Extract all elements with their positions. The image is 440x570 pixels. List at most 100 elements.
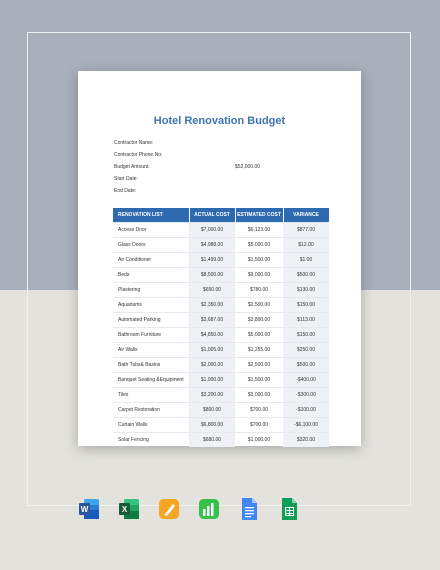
cell-actual-cost: $4,988.00: [189, 237, 235, 253]
table-row: Curtain Walls $6,800.00 $700.00 -$6,100.00: [113, 417, 329, 433]
cell-estimated-cost: $3,800.00: [235, 312, 283, 328]
info-value: $52,000.00: [235, 164, 261, 170]
cell-item: Air Conditioner: [113, 252, 189, 268]
cell-variance: $1.00: [283, 252, 329, 268]
table-row: Aquariums $2,350.00 $2,500.00 $150.00: [113, 297, 329, 313]
cell-actual-cost: $8,500.00: [189, 267, 235, 283]
cell-item: Plastering: [113, 282, 189, 298]
cell-item: Access Door: [113, 222, 189, 238]
table-row: Access Door $7,000.00 $6,123.00 $877.00: [113, 222, 329, 238]
cell-estimated-cost: $3,000.00: [235, 387, 283, 403]
svg-text:W: W: [81, 505, 89, 514]
cell-actual-cost: $800.00: [189, 402, 235, 418]
table-row: Carpet Restoration $800.00 $700.00 -$100.00: [113, 402, 329, 418]
cell-item: Bath Tubs& Basins: [113, 357, 189, 373]
info-row: End Date:: [114, 185, 334, 197]
table-row: Air Conditioner $1,499.00 $1,500.00 $1.00: [113, 252, 329, 268]
cell-item: Banquet Seating &Equipment: [113, 372, 189, 388]
cell-estimated-cost: $2,500.00: [235, 297, 283, 313]
cell-variance: $500.00: [283, 357, 329, 373]
cell-actual-cost: $3,687.00: [189, 312, 235, 328]
info-row: Contractor Phone No:: [114, 149, 334, 161]
google-docs-icon[interactable]: [238, 497, 258, 521]
cell-actual-cost: $680.00: [189, 432, 235, 447]
cell-estimated-cost: $780.00: [235, 282, 283, 298]
cell-estimated-cost: $5,000.00: [235, 237, 283, 253]
cell-variance: -$400.00: [283, 372, 329, 388]
app-icons-row: W X: [78, 497, 298, 523]
header-estimated-cost: ESTIMATED COST: [235, 208, 284, 223]
table-row: Glass Doors $4,988.00 $5,000.00 $12.00: [113, 237, 329, 253]
cell-variance: $320.00: [283, 432, 329, 447]
cell-variance: $113.00: [283, 312, 329, 328]
cell-actual-cost: $3,200.00: [189, 387, 235, 403]
svg-text:X: X: [122, 505, 128, 514]
info-label: Contractor Phone No:: [114, 152, 163, 158]
cell-actual-cost: $6,800.00: [189, 417, 235, 433]
cell-estimated-cost: $1,000.00: [235, 432, 283, 447]
cell-actual-cost: $650.00: [189, 282, 235, 298]
cell-item: Air Walls: [113, 342, 189, 358]
cell-item: Carpet Restoration: [113, 402, 189, 418]
cell-item: Aquariums: [113, 297, 189, 313]
info-label: Budget Amount:: [114, 164, 150, 170]
cell-actual-cost: $2,000.00: [189, 357, 235, 373]
cell-variance: -$300.00: [283, 387, 329, 403]
table-header-row: RENOVATION LIST ACTUAL COST ESTIMATED CO…: [113, 208, 330, 223]
cell-estimated-cost: $1,255.00: [235, 342, 283, 358]
cell-estimated-cost: $5,000.00: [235, 327, 283, 343]
info-label: Contractor Name:: [114, 140, 154, 146]
cell-item: Glass Doors: [113, 237, 189, 253]
info-row: Contractor Name:: [114, 137, 334, 149]
header-actual-cost: ACTUAL COST: [189, 208, 236, 223]
header-renovation-list: RENOVATION LIST: [113, 208, 190, 223]
table-row: Bath Tubs& Basins $2,000.00 $2,500.00 $500.…: [113, 357, 329, 373]
table-body: Access Door $7,000.00 $6,123.00 $877.00 Glas…: [113, 222, 329, 447]
cell-item: Beds: [113, 267, 189, 283]
table-row: Bathroom Furniture $4,850.00 $5,000.00 $150…: [113, 327, 329, 343]
info-label: End Date:: [114, 188, 137, 194]
cell-estimated-cost: $1,500.00: [235, 252, 283, 268]
cell-variance: $130.00: [283, 282, 329, 298]
pages-icon[interactable]: [158, 497, 179, 521]
cell-item: Tiles: [113, 387, 189, 403]
cell-variance: $877.00: [283, 222, 329, 238]
table-row: Beds $8,500.00 $9,000.00 $500.00: [113, 267, 329, 283]
cell-variance: $150.00: [283, 297, 329, 313]
numbers-icon[interactable]: [198, 497, 219, 521]
cell-actual-cost: $1,900.00: [189, 372, 235, 388]
info-label: Start Date:: [114, 176, 138, 182]
cell-actual-cost: $4,850.00: [189, 327, 235, 343]
cell-estimated-cost: $1,500.00: [235, 372, 283, 388]
header-variance: VARIANCE: [283, 208, 330, 223]
excel-icon[interactable]: X: [118, 497, 139, 521]
cell-estimated-cost: $9,000.00: [235, 267, 283, 283]
google-sheets-icon[interactable]: [278, 497, 298, 521]
document-page: Hotel Renovation Budget Contractor Name:…: [78, 71, 361, 447]
table-row: Banquet Seating &Equipment $1,900.00 $1,50…: [113, 372, 329, 388]
cell-estimated-cost: $700.00: [235, 402, 283, 418]
cell-actual-cost: $2,350.00: [189, 297, 235, 313]
cell-actual-cost: $1,005.00: [189, 342, 235, 358]
cell-variance: $250.00: [283, 342, 329, 358]
document-title: Hotel Renovation Budget: [153, 115, 286, 127]
cell-actual-cost: $1,499.00: [189, 252, 235, 268]
cell-item: Bathroom Furniture: [113, 327, 189, 343]
info-row: Start Date:: [114, 173, 334, 185]
table-row: Automated Parking $3,687.00 $3,800.00 $113.…: [113, 312, 329, 328]
cell-estimated-cost: $700.00: [235, 417, 283, 433]
cell-estimated-cost: $6,123.00: [235, 222, 283, 238]
table-row: Plastering $650.00 $780.00 $130.00: [113, 282, 329, 298]
word-icon[interactable]: W: [78, 497, 99, 521]
cell-actual-cost: $7,000.00: [189, 222, 235, 238]
table-row: Tiles $3,200.00 $3,000.00 -$300.00: [113, 387, 329, 403]
cell-variance: $150.00: [283, 327, 329, 343]
cell-variance: -$6,100.00: [283, 417, 329, 433]
table-row: Air Walls $1,005.00 $1,255.00 $250.00: [113, 342, 329, 358]
budget-table: RENOVATION LIST ACTUAL COST ESTIMATED CO…: [113, 208, 330, 447]
cell-variance: -$100.00: [283, 402, 329, 418]
info-section: Contractor Name: Contractor Phone No: Bu…: [114, 137, 334, 197]
cell-variance: $500.00: [283, 267, 329, 283]
cell-variance: $12.00: [283, 237, 329, 253]
cell-item: Automated Parking: [113, 312, 189, 328]
